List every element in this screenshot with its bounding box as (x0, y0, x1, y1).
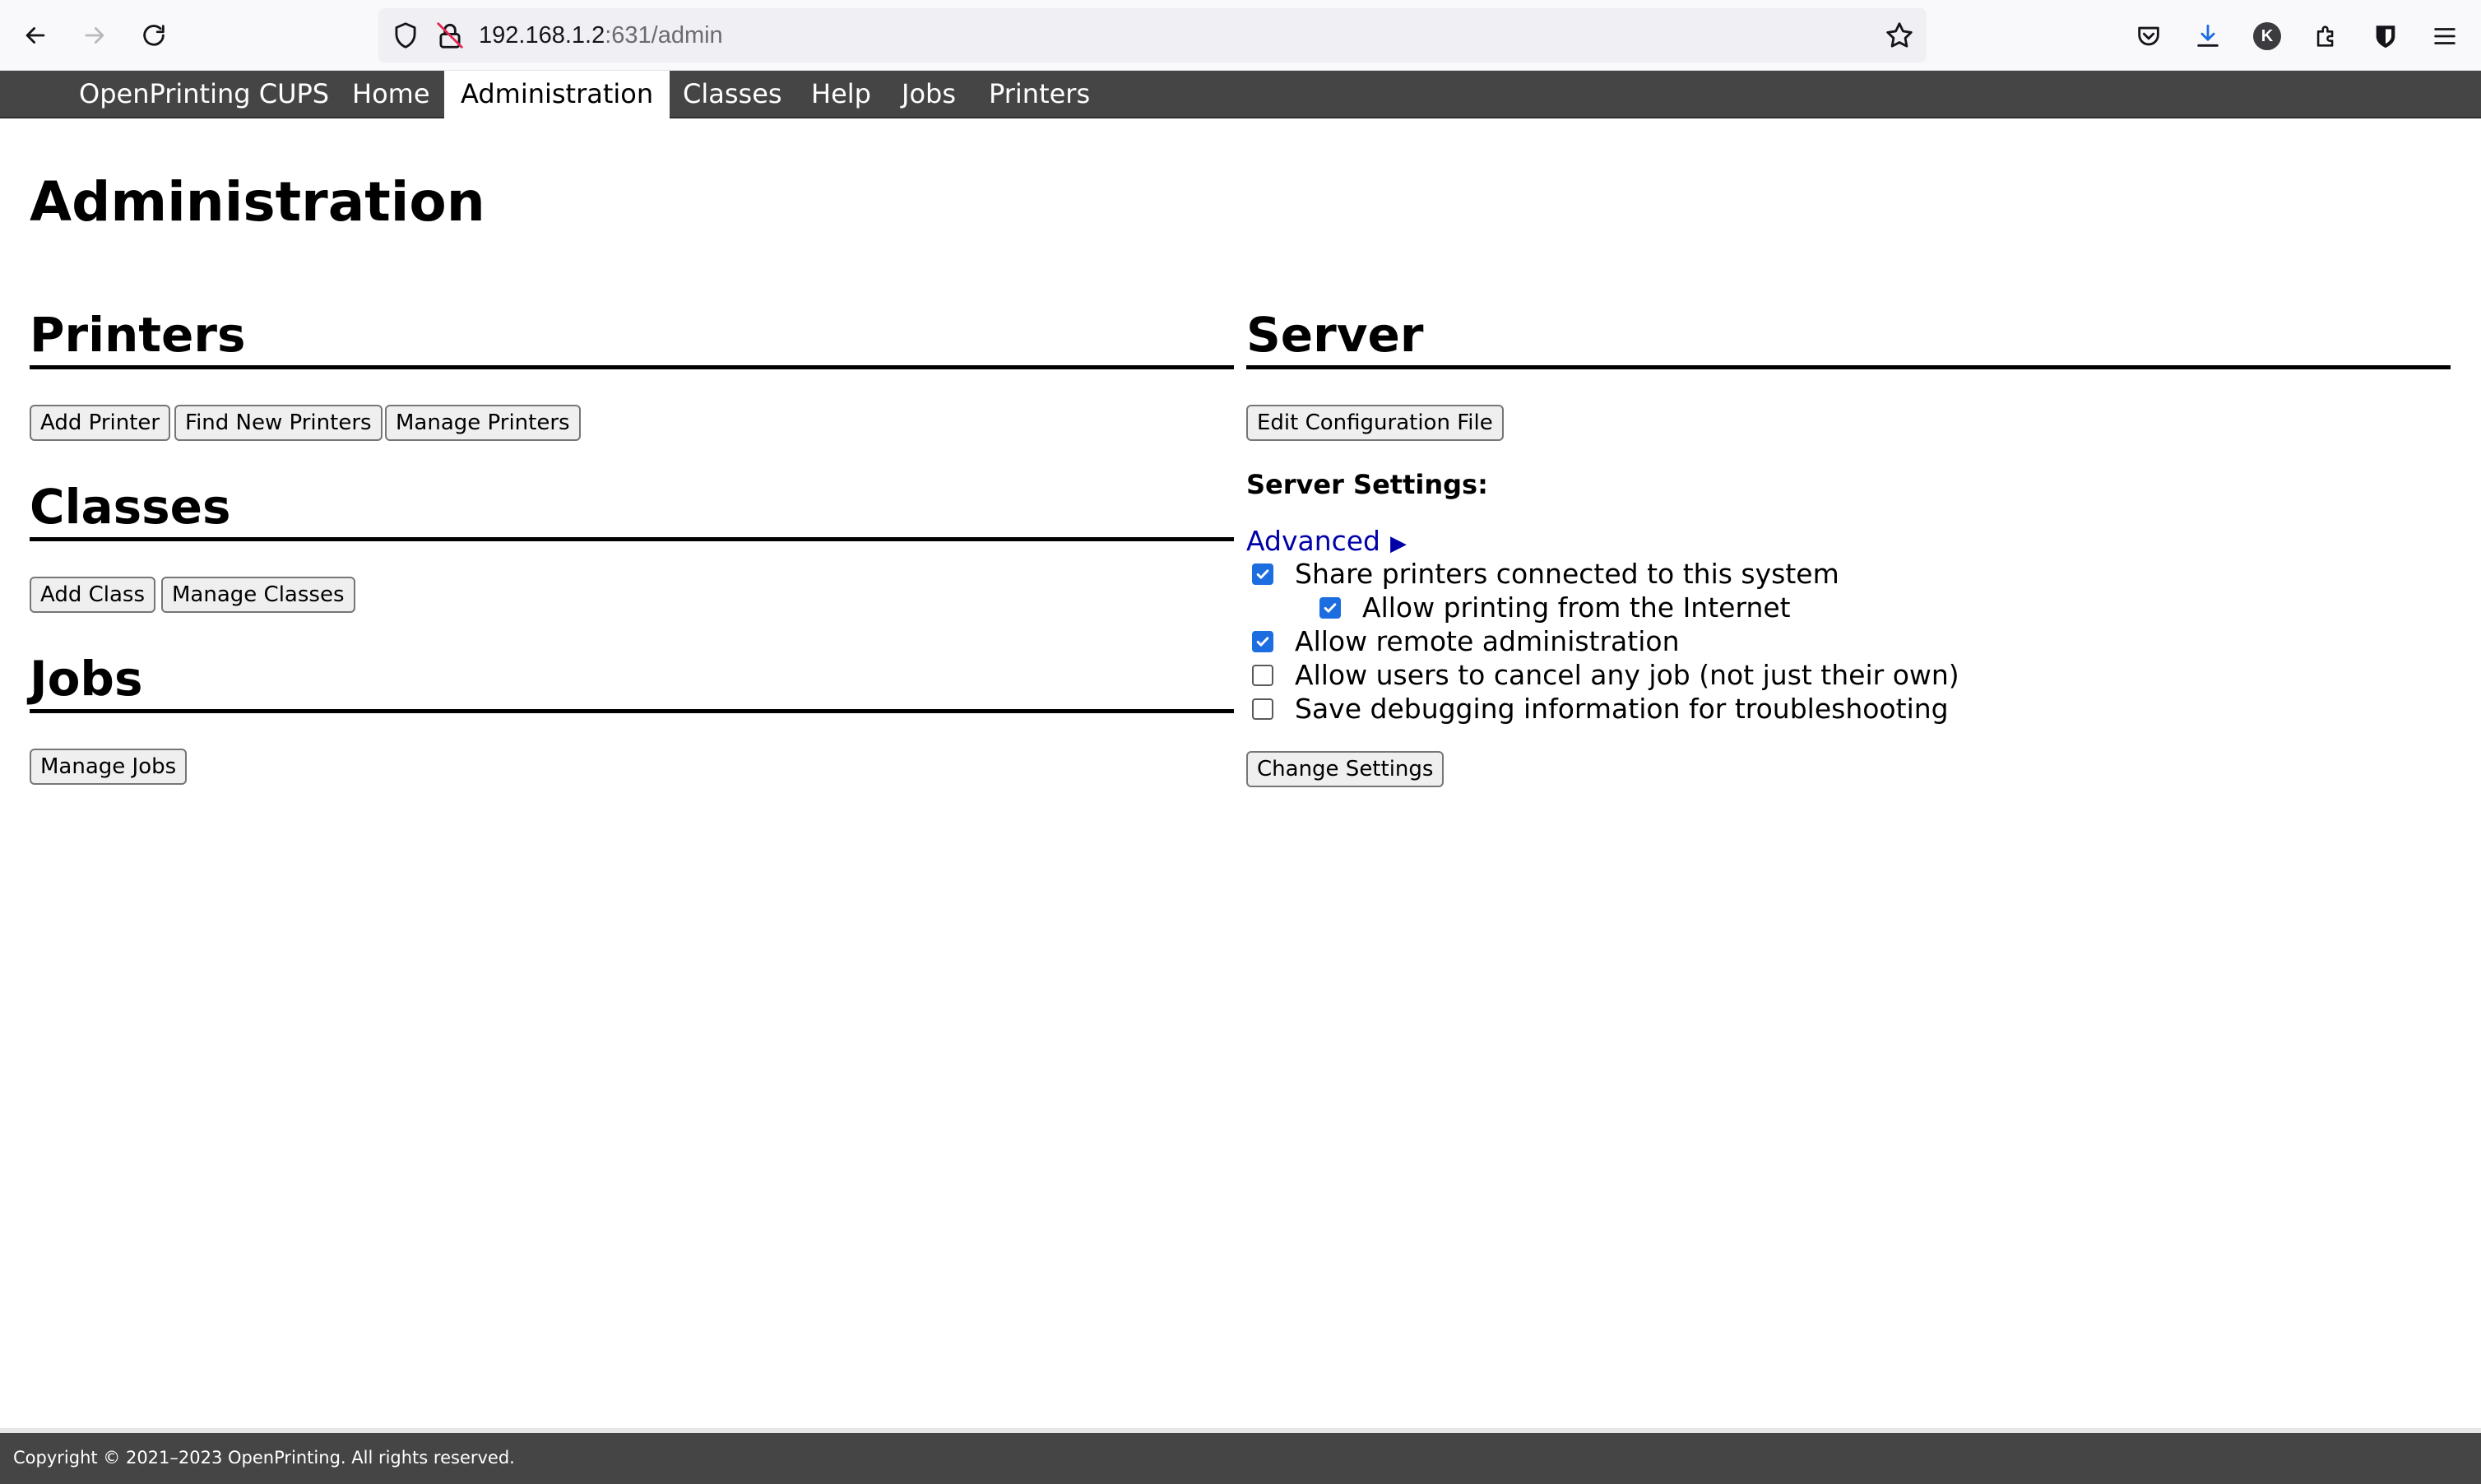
url-bar[interactable]: 192.168.1.2:631/admin (378, 8, 1927, 63)
cancel-any-job-label: Allow users to cancel any job (not just … (1295, 659, 1959, 691)
nav-item-help[interactable]: Help (795, 71, 888, 118)
nav-item-jobs[interactable]: Jobs (885, 71, 972, 118)
edit-configuration-file-button[interactable]: Edit Configuration File (1246, 405, 1504, 441)
option-debug-logging[interactable]: Save debugging information for troublesh… (1252, 693, 1949, 726)
option-share-printers[interactable]: Share printers connected to this system (1252, 558, 1839, 591)
checkmark-icon (1256, 569, 1269, 579)
share-printers-label: Share printers connected to this system (1295, 558, 1839, 590)
change-settings-button[interactable]: Change Settings (1246, 751, 1445, 787)
url-host: 192.168.1.2 (479, 22, 605, 49)
url-text[interactable]: 192.168.1.2:631/admin (479, 8, 723, 63)
downloads-button[interactable] (2191, 20, 2224, 53)
back-button[interactable] (16, 16, 54, 54)
option-remote-admin[interactable]: Allow remote administration (1252, 625, 1680, 658)
allow-internet-printing-label: Allow printing from the Internet (1362, 591, 1791, 624)
extensions-icon (2316, 26, 2334, 47)
allow-internet-printing-checkbox[interactable] (1319, 597, 1341, 619)
pocket-button[interactable] (2132, 20, 2165, 53)
nav-item-printers[interactable]: Printers (972, 71, 1106, 118)
nav-item-administration[interactable]: Administration (444, 71, 670, 118)
nav-brand-openprinting-cups[interactable]: OpenPrinting CUPS (63, 71, 345, 118)
reload-button[interactable] (135, 16, 173, 54)
nav-item-classes[interactable]: Classes (666, 71, 799, 118)
server-settings-label: Server Settings: (1246, 469, 1488, 500)
forward-arrow-icon (85, 27, 104, 44)
expand-triangle-icon: ▶ (1390, 531, 1407, 556)
nav-item-home[interactable]: Home (336, 71, 447, 118)
manage-classes-button[interactable]: Manage Classes (161, 577, 355, 613)
account-icon: K (2253, 22, 2281, 50)
debug-logging-checkbox[interactable] (1252, 698, 1273, 720)
bitwarden-button[interactable] (2369, 20, 2402, 53)
download-icon (2197, 24, 2219, 47)
checkmark-icon (1256, 637, 1269, 647)
printers-heading: Printers (30, 306, 1234, 369)
back-arrow-icon (26, 27, 45, 44)
app-menu-button[interactable] (2428, 20, 2461, 53)
tracking-shield-icon[interactable] (390, 20, 421, 51)
remote-admin-label: Allow remote administration (1295, 625, 1680, 657)
classes-heading: Classes (30, 478, 1234, 541)
server-heading: Server (1246, 306, 2451, 369)
browser-toolbar: 192.168.1.2:631/admin K (0, 0, 2481, 71)
cups-header-nav: OpenPrinting CUPS Home Administration Cl… (0, 71, 2481, 118)
share-printers-checkbox[interactable] (1252, 563, 1273, 585)
find-new-printers-button[interactable]: Find New Printers (174, 405, 383, 441)
copyright-text: Copyright © 2021–2023 OpenPrinting. All … (13, 1448, 515, 1468)
insecure-lock-icon[interactable] (434, 20, 466, 51)
advanced-link-label: Advanced (1246, 525, 1381, 557)
checkmark-icon (1324, 603, 1337, 613)
advanced-link[interactable]: Advanced ▶ (1246, 523, 1407, 562)
option-cancel-any-job[interactable]: Allow users to cancel any job (not just … (1252, 659, 1959, 692)
manage-jobs-button[interactable]: Manage Jobs (30, 749, 188, 785)
cancel-any-job-checkbox[interactable] (1252, 665, 1273, 686)
account-button[interactable]: K (2251, 20, 2284, 53)
manage-printers-button[interactable]: Manage Printers (385, 405, 581, 441)
pocket-icon (2138, 26, 2159, 46)
forward-button[interactable] (76, 16, 114, 54)
bookmark-star-icon[interactable] (1884, 20, 1915, 51)
url-path: :631/admin (605, 22, 723, 49)
page-title: Administration (30, 170, 485, 234)
add-printer-button[interactable]: Add Printer (30, 405, 171, 441)
extensions-button[interactable] (2310, 20, 2343, 53)
add-class-button[interactable]: Add Class (30, 577, 156, 613)
menu-icon (2434, 28, 2455, 44)
debug-logging-label: Save debugging information for troublesh… (1295, 693, 1949, 725)
jobs-heading: Jobs (30, 650, 1234, 713)
option-allow-printing-internet[interactable]: Allow printing from the Internet (1319, 591, 1791, 624)
bitwarden-icon (2376, 26, 2395, 49)
reload-icon (143, 25, 165, 46)
page-footer: Copyright © 2021–2023 OpenPrinting. All … (0, 1428, 2481, 1484)
remote-admin-checkbox[interactable] (1252, 631, 1273, 652)
